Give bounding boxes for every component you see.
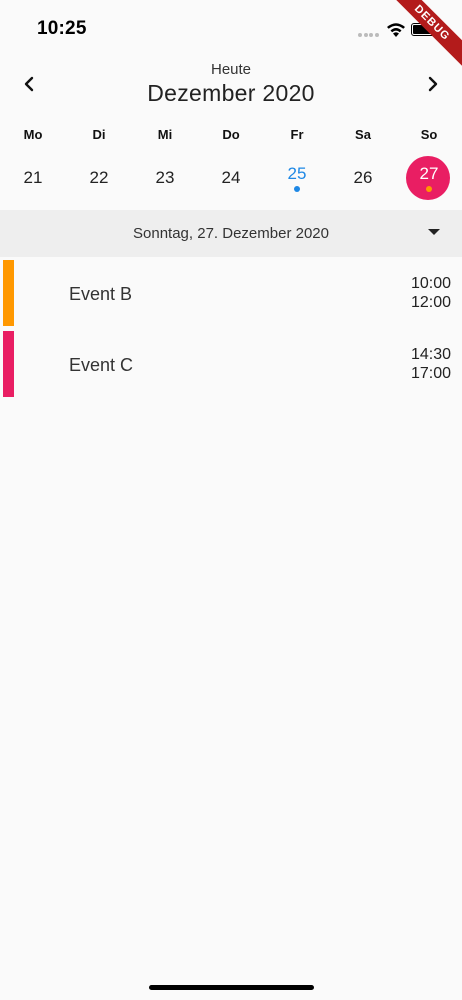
weekday-label: Do (222, 127, 240, 142)
status-time: 10:25 (37, 18, 87, 39)
event-start-time: 14:30 (410, 346, 451, 363)
weekday-label: Mi (157, 127, 173, 142)
weekday-label: Mo (23, 127, 43, 142)
event-color-bar (3, 260, 14, 326)
event-item[interactable]: Event B 10:00 12:00 (0, 260, 462, 326)
day-cell[interactable]: 21 (0, 156, 66, 202)
event-title: Event C (69, 355, 134, 375)
selected-date-label: Sonntag, 27. Dezember 2020 (133, 225, 329, 242)
day-number: 23 (155, 168, 175, 187)
wifi-icon (387, 23, 405, 37)
event-title: Event B (69, 284, 133, 304)
day-number: 27 (419, 164, 439, 183)
screen: 10:25 DEBUG Heute Dezember 2020 Mo Di Mi… (0, 0, 462, 1000)
day-number: 25 (287, 164, 307, 183)
weekday-row: Mo Di Mi Do Fr Sa So (0, 127, 462, 143)
day-number: 22 (89, 168, 109, 187)
event-end-time: 12:00 (410, 294, 451, 311)
day-number: 24 (221, 168, 241, 187)
today-button[interactable]: Heute (0, 61, 462, 78)
day-cell[interactable]: 26 (330, 156, 396, 202)
signal-icon (358, 33, 380, 37)
day-number: 26 (353, 168, 373, 187)
day-cell-selected[interactable]: 27 (396, 156, 462, 202)
calendar-header: Heute Dezember 2020 (0, 58, 462, 112)
dropdown-arrow-icon (428, 229, 440, 235)
next-month-button[interactable] (421, 72, 445, 96)
event-start-time: 10:00 (410, 275, 451, 292)
event-end-time: 17:00 (410, 365, 451, 382)
day-cell-today[interactable]: 25 (264, 156, 330, 202)
event-indicator-dot (426, 186, 432, 192)
selected-date-bar[interactable]: Sonntag, 27. Dezember 2020 (0, 210, 462, 257)
home-indicator[interactable] (149, 985, 314, 990)
day-cell[interactable]: 22 (66, 156, 132, 202)
weekday-label: Fr (290, 127, 304, 142)
day-number: 21 (23, 168, 43, 187)
chevron-right-icon (428, 76, 438, 92)
event-times: 10:00 12:00 (411, 274, 451, 312)
event-list: Event B 10:00 12:00 Event C 14:30 17:00 (0, 260, 462, 402)
event-color-bar (3, 331, 14, 397)
weekday-label: So (420, 127, 438, 142)
event-times: 14:30 17:00 (411, 345, 451, 383)
event-item[interactable]: Event C 14:30 17:00 (0, 331, 462, 397)
weekday-label: Di (92, 127, 106, 142)
week-days-row: 21 22 23 24 25 26 27 (0, 156, 462, 202)
event-indicator-dot (294, 186, 300, 192)
day-cell[interactable]: 23 (132, 156, 198, 202)
day-cell[interactable]: 24 (198, 156, 264, 202)
weekday-label: Sa (355, 127, 371, 142)
month-title: Dezember 2020 (147, 80, 315, 106)
status-bar: 10:25 (0, 0, 462, 58)
